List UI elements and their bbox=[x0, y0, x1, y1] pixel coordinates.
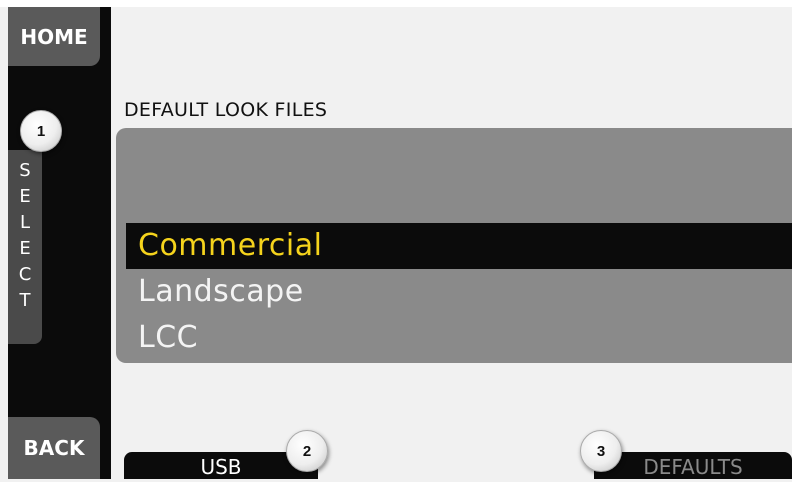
look-files-list[interactable]: Commercial Landscape LCC bbox=[116, 128, 792, 363]
select-button[interactable]: S E L E C T bbox=[8, 150, 42, 344]
defaults-button[interactable]: DEFAULTS bbox=[594, 452, 792, 479]
select-letter: E bbox=[19, 186, 31, 207]
list-item-landscape[interactable]: Landscape bbox=[126, 269, 792, 315]
page-title: DEFAULT LOOK FILES bbox=[124, 99, 328, 121]
callout-badge-2: 2 bbox=[286, 430, 328, 472]
back-button[interactable]: BACK bbox=[8, 417, 100, 479]
select-letter: L bbox=[19, 212, 31, 233]
callout-badge-3: 3 bbox=[580, 430, 622, 472]
list-item-lcc[interactable]: LCC bbox=[126, 315, 792, 361]
select-letter: T bbox=[19, 290, 31, 311]
callout-badge-1: 1 bbox=[20, 110, 62, 152]
home-button[interactable]: HOME bbox=[8, 7, 100, 66]
select-letter: C bbox=[18, 264, 32, 285]
select-letter: S bbox=[19, 160, 31, 181]
list-item-commercial[interactable]: Commercial bbox=[126, 223, 792, 269]
top-frame bbox=[0, 0, 792, 7]
select-letter: E bbox=[19, 238, 31, 259]
